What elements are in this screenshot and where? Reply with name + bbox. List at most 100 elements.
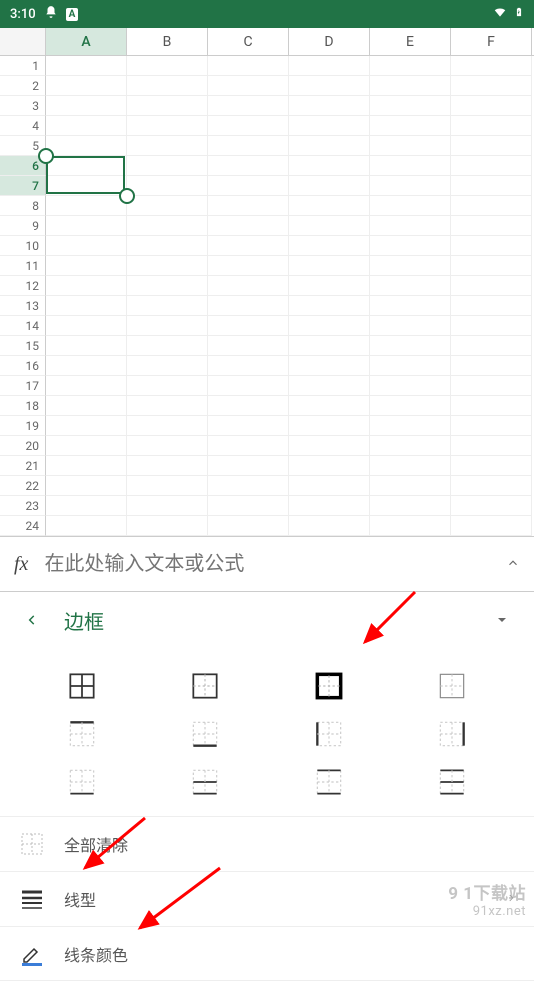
clear-all-button[interactable]: 全部清除 bbox=[0, 816, 534, 871]
cell-E22[interactable] bbox=[370, 476, 451, 496]
row-header-1[interactable]: 1 bbox=[0, 56, 46, 76]
cell-A9[interactable] bbox=[46, 216, 127, 236]
cell-E17[interactable] bbox=[370, 376, 451, 396]
cell-C10[interactable] bbox=[208, 236, 289, 256]
cell-F7[interactable] bbox=[451, 176, 532, 196]
cell-A11[interactable] bbox=[46, 256, 127, 276]
cell-A3[interactable] bbox=[46, 96, 127, 116]
cell-C24[interactable] bbox=[208, 516, 289, 536]
cell-F23[interactable] bbox=[451, 496, 532, 516]
cell-B9[interactable] bbox=[127, 216, 208, 236]
cell-E4[interactable] bbox=[370, 116, 451, 136]
cell-D10[interactable] bbox=[289, 236, 370, 256]
cell-E14[interactable] bbox=[370, 316, 451, 336]
cell-E13[interactable] bbox=[370, 296, 451, 316]
cell-D24[interactable] bbox=[289, 516, 370, 536]
border-all-icon[interactable] bbox=[68, 672, 96, 700]
border-top-icon[interactable] bbox=[68, 720, 96, 748]
chevron-up-icon[interactable] bbox=[506, 555, 520, 574]
cell-F18[interactable] bbox=[451, 396, 532, 416]
row-header-15[interactable]: 15 bbox=[0, 336, 46, 356]
row-header-18[interactable]: 18 bbox=[0, 396, 46, 416]
cell-C1[interactable] bbox=[208, 56, 289, 76]
cell-C5[interactable] bbox=[208, 136, 289, 156]
cell-E12[interactable] bbox=[370, 276, 451, 296]
cell-E8[interactable] bbox=[370, 196, 451, 216]
cell-F13[interactable] bbox=[451, 296, 532, 316]
cell-A5[interactable] bbox=[46, 136, 127, 156]
row-header-13[interactable]: 13 bbox=[0, 296, 46, 316]
cell-F8[interactable] bbox=[451, 196, 532, 216]
cell-B24[interactable] bbox=[127, 516, 208, 536]
cell-F16[interactable] bbox=[451, 356, 532, 376]
cell-A12[interactable] bbox=[46, 276, 127, 296]
cell-C18[interactable] bbox=[208, 396, 289, 416]
cell-D13[interactable] bbox=[289, 296, 370, 316]
row-header-10[interactable]: 10 bbox=[0, 236, 46, 256]
cell-C21[interactable] bbox=[208, 456, 289, 476]
cell-B11[interactable] bbox=[127, 256, 208, 276]
cell-D6[interactable] bbox=[289, 156, 370, 176]
row-header-16[interactable]: 16 bbox=[0, 356, 46, 376]
cell-A10[interactable] bbox=[46, 236, 127, 256]
cell-F11[interactable] bbox=[451, 256, 532, 276]
cell-D23[interactable] bbox=[289, 496, 370, 516]
cell-B2[interactable] bbox=[127, 76, 208, 96]
cell-A2[interactable] bbox=[46, 76, 127, 96]
cell-A8[interactable] bbox=[46, 196, 127, 216]
cell-B15[interactable] bbox=[127, 336, 208, 356]
cell-E7[interactable] bbox=[370, 176, 451, 196]
row-header-24[interactable]: 24 bbox=[0, 516, 46, 536]
col-header-F[interactable]: F bbox=[451, 28, 532, 55]
cell-E9[interactable] bbox=[370, 216, 451, 236]
cell-F3[interactable] bbox=[451, 96, 532, 116]
cell-F4[interactable] bbox=[451, 116, 532, 136]
row-header-2[interactable]: 2 bbox=[0, 76, 46, 96]
cell-D7[interactable] bbox=[289, 176, 370, 196]
cell-B3[interactable] bbox=[127, 96, 208, 116]
row-header-17[interactable]: 17 bbox=[0, 376, 46, 396]
cell-A13[interactable] bbox=[46, 296, 127, 316]
cell-F15[interactable] bbox=[451, 336, 532, 356]
cell-F19[interactable] bbox=[451, 416, 532, 436]
cell-D4[interactable] bbox=[289, 116, 370, 136]
cell-B20[interactable] bbox=[127, 436, 208, 456]
cell-F12[interactable] bbox=[451, 276, 532, 296]
cell-E10[interactable] bbox=[370, 236, 451, 256]
border-inner-h-icon[interactable] bbox=[315, 768, 343, 796]
border-horizontal-icon[interactable] bbox=[191, 768, 219, 796]
cell-D20[interactable] bbox=[289, 436, 370, 456]
cell-C23[interactable] bbox=[208, 496, 289, 516]
cell-E5[interactable] bbox=[370, 136, 451, 156]
cell-F1[interactable] bbox=[451, 56, 532, 76]
cell-C7[interactable] bbox=[208, 176, 289, 196]
cell-A20[interactable] bbox=[46, 436, 127, 456]
cell-D22[interactable] bbox=[289, 476, 370, 496]
cell-B6[interactable] bbox=[127, 156, 208, 176]
row-header-22[interactable]: 22 bbox=[0, 476, 46, 496]
formula-input[interactable] bbox=[44, 553, 490, 576]
cell-C16[interactable] bbox=[208, 356, 289, 376]
cell-A1[interactable] bbox=[46, 56, 127, 76]
col-header-D[interactable]: D bbox=[289, 28, 370, 55]
row-header-14[interactable]: 14 bbox=[0, 316, 46, 336]
line-color-button[interactable]: 线条颜色 bbox=[0, 926, 534, 981]
cell-D2[interactable] bbox=[289, 76, 370, 96]
cell-D18[interactable] bbox=[289, 396, 370, 416]
cell-B14[interactable] bbox=[127, 316, 208, 336]
cell-E11[interactable] bbox=[370, 256, 451, 276]
cell-C20[interactable] bbox=[208, 436, 289, 456]
dropdown-icon[interactable] bbox=[482, 614, 522, 626]
cell-C8[interactable] bbox=[208, 196, 289, 216]
cell-B8[interactable] bbox=[127, 196, 208, 216]
cell-E23[interactable] bbox=[370, 496, 451, 516]
cell-D11[interactable] bbox=[289, 256, 370, 276]
cell-F5[interactable] bbox=[451, 136, 532, 156]
row-header-3[interactable]: 3 bbox=[0, 96, 46, 116]
back-button[interactable] bbox=[12, 613, 52, 627]
cell-D14[interactable] bbox=[289, 316, 370, 336]
cell-A19[interactable] bbox=[46, 416, 127, 436]
cell-A14[interactable] bbox=[46, 316, 127, 336]
cell-C2[interactable] bbox=[208, 76, 289, 96]
cell-F17[interactable] bbox=[451, 376, 532, 396]
